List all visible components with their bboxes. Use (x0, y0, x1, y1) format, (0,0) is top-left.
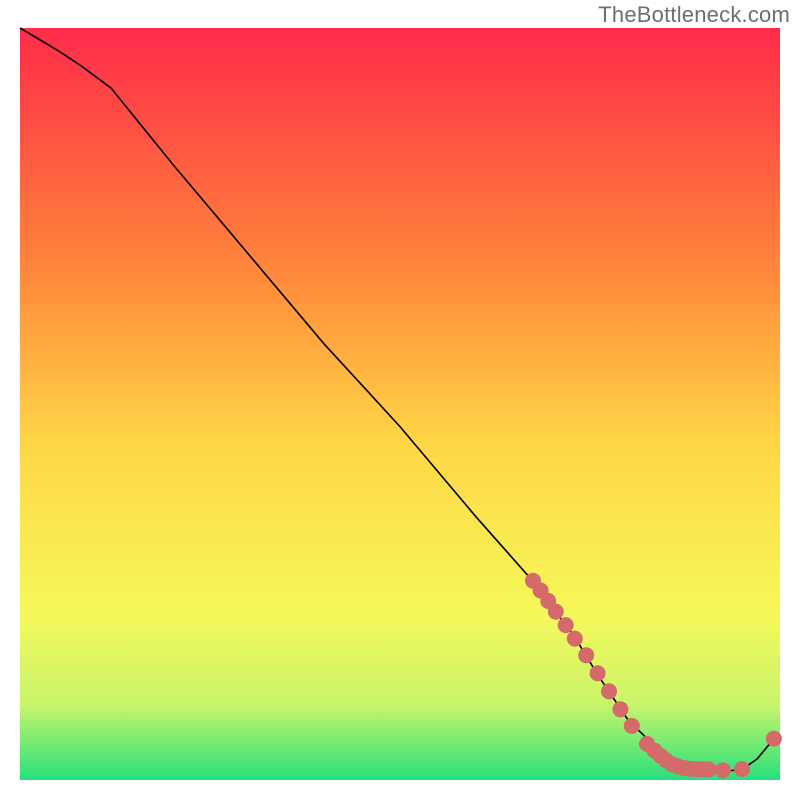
data-point (766, 731, 782, 747)
data-point (548, 604, 564, 620)
bottleneck-chart (0, 0, 800, 800)
data-point (701, 762, 717, 778)
data-point (624, 718, 640, 734)
data-point (601, 683, 617, 699)
data-point (612, 701, 628, 717)
data-point (578, 647, 594, 663)
plot-background (20, 28, 780, 780)
data-point (734, 761, 750, 777)
data-point (590, 665, 606, 681)
data-point (558, 617, 574, 633)
data-point (715, 762, 731, 778)
data-point (567, 631, 583, 647)
chart-stage: TheBottleneck.com (0, 0, 800, 800)
